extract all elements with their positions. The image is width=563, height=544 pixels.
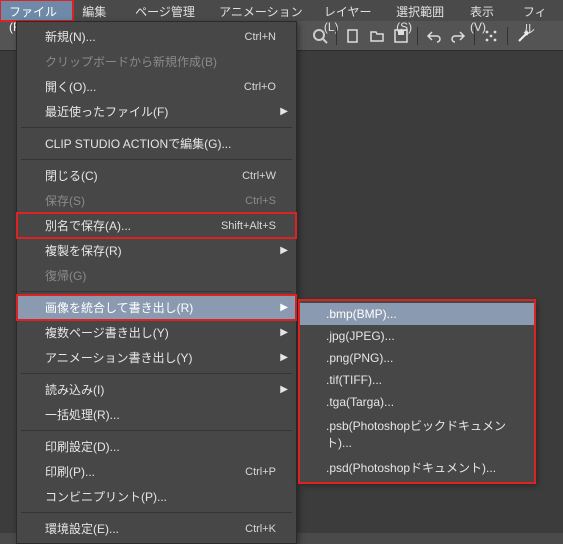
menu-batch[interactable]: 一括処理(R)... — [17, 402, 296, 427]
shortcut: Ctrl+P — [245, 466, 276, 478]
shortcut: Ctrl+S — [245, 195, 276, 207]
divider — [21, 430, 292, 431]
label: .tga(Targa)... — [326, 395, 394, 409]
wand-icon[interactable] — [514, 26, 534, 46]
menu-import[interactable]: 読み込み(I) ▶ — [17, 377, 296, 402]
submenu-tif[interactable]: .tif(TIFF)... — [300, 369, 534, 391]
menu-save-as[interactable]: 別名で保存(A)... Shift+Alt+S — [17, 213, 296, 238]
file-menu: 新規(N)... Ctrl+N クリップボードから新規作成(B) 開く(O)..… — [16, 21, 297, 544]
chevron-right-icon: ▶ — [280, 352, 288, 363]
menu-convini-print[interactable]: コンビニプリント(P)... — [17, 484, 296, 509]
menubar-layer[interactable]: レイヤー(L) — [315, 0, 387, 21]
chevron-right-icon: ▶ — [280, 245, 288, 256]
menu-save: 保存(S) Ctrl+S — [17, 188, 296, 213]
menubar-select[interactable]: 選択範囲(S) — [387, 0, 461, 21]
submenu-bmp[interactable]: .bmp(BMP)... — [300, 303, 534, 325]
label: 閉じる(C) — [45, 167, 98, 184]
label: .psb(Photoshopビックドキュメント)... — [326, 417, 516, 451]
label: CLIP STUDIO ACTIONで編集(G)... — [45, 135, 231, 152]
chevron-right-icon: ▶ — [280, 106, 288, 117]
menu-multipage-export[interactable]: 複数ページ書き出し(Y) ▶ — [17, 320, 296, 345]
label: 新規(N)... — [45, 28, 96, 45]
label: 別名で保存(A)... — [45, 217, 131, 234]
shortcut: Shift+Alt+S — [221, 220, 276, 232]
label: .bmp(BMP)... — [326, 307, 397, 321]
menu-print-setup[interactable]: 印刷設定(D)... — [17, 434, 296, 459]
export-submenu: .bmp(BMP)... .jpg(JPEG)... .png(PNG)... … — [299, 300, 535, 483]
label: .tif(TIFF)... — [326, 373, 382, 387]
menubar-page[interactable]: ページ管理(P) — [126, 0, 210, 21]
submenu-png[interactable]: .png(PNG)... — [300, 347, 534, 369]
label: .jpg(JPEG)... — [326, 329, 395, 343]
menubar-file[interactable]: ファイル(F) — [0, 0, 73, 21]
shortcut: Ctrl+O — [244, 81, 276, 93]
menu-recent[interactable]: 最近使ったファイル(F) ▶ — [17, 99, 296, 124]
submenu-tga[interactable]: .tga(Targa)... — [300, 391, 534, 413]
menu-preferences[interactable]: 環境設定(E)... Ctrl+K — [17, 516, 296, 541]
submenu-jpg[interactable]: .jpg(JPEG)... — [300, 325, 534, 347]
label: 開く(O)... — [45, 78, 96, 95]
label: 最近使ったファイル(F) — [45, 103, 168, 120]
divider — [21, 127, 292, 128]
clear-icon[interactable] — [481, 26, 501, 46]
menu-revert: 復帰(G) — [17, 263, 296, 288]
label: 保存(S) — [45, 192, 85, 209]
label: 画像を統合して書き出し(R) — [45, 299, 193, 316]
submenu-psd[interactable]: .psd(Photoshopドキュメント)... — [300, 455, 534, 480]
label: 複製を保存(R) — [45, 242, 122, 259]
submenu-psb[interactable]: .psb(Photoshopビックドキュメント)... — [300, 413, 534, 455]
menu-save-copy[interactable]: 複製を保存(R) ▶ — [17, 238, 296, 263]
menubar-anim[interactable]: アニメーション(A) — [210, 0, 315, 21]
menu-flatten-export[interactable]: 画像を統合して書き出し(R) ▶ — [17, 295, 296, 320]
search-icon[interactable] — [310, 26, 330, 46]
label: 環境設定(E)... — [45, 520, 119, 537]
label: 読み込み(I) — [45, 381, 104, 398]
undo-icon[interactable] — [424, 26, 444, 46]
shortcut: Ctrl+W — [242, 170, 276, 182]
menubar-view[interactable]: 表示(V) — [461, 0, 514, 21]
save-icon[interactable] — [391, 26, 411, 46]
menu-new[interactable]: 新規(N)... Ctrl+N — [17, 24, 296, 49]
label: 印刷設定(D)... — [45, 438, 120, 455]
chevron-right-icon: ▶ — [280, 384, 288, 395]
label: アニメーション書き出し(Y) — [45, 349, 193, 366]
divider — [21, 291, 292, 292]
label: クリップボードから新規作成(B) — [45, 53, 217, 70]
chevron-right-icon: ▶ — [280, 327, 288, 338]
divider — [21, 373, 292, 374]
menu-anim-export[interactable]: アニメーション書き出し(Y) ▶ — [17, 345, 296, 370]
menu-open[interactable]: 開く(O)... Ctrl+O — [17, 74, 296, 99]
menu-clipstudio-action[interactable]: CLIP STUDIO ACTIONで編集(G)... — [17, 131, 296, 156]
label: 複数ページ書き出し(Y) — [45, 324, 169, 341]
menubar: ファイル(F) 編集(E) ページ管理(P) アニメーション(A) レイヤー(L… — [0, 0, 563, 21]
divider — [21, 512, 292, 513]
shortcut: Ctrl+N — [245, 31, 276, 43]
new-file-icon[interactable] — [343, 26, 363, 46]
label: .png(PNG)... — [326, 351, 393, 365]
menu-close[interactable]: 閉じる(C) Ctrl+W — [17, 163, 296, 188]
chevron-right-icon: ▶ — [280, 302, 288, 313]
label: .psd(Photoshopドキュメント)... — [326, 459, 496, 476]
divider — [21, 159, 292, 160]
label: 印刷(P)... — [45, 463, 95, 480]
redo-icon[interactable] — [448, 26, 468, 46]
label: 一括処理(R)... — [45, 406, 120, 423]
label: コンビニプリント(P)... — [45, 488, 167, 505]
label: 復帰(G) — [45, 267, 86, 284]
open-file-icon[interactable] — [367, 26, 387, 46]
menu-print[interactable]: 印刷(P)... Ctrl+P — [17, 459, 296, 484]
menubar-filter[interactable]: フィル — [514, 0, 563, 21]
menubar-edit[interactable]: 編集(E) — [73, 0, 126, 21]
menu-new-clipboard: クリップボードから新規作成(B) — [17, 49, 296, 74]
